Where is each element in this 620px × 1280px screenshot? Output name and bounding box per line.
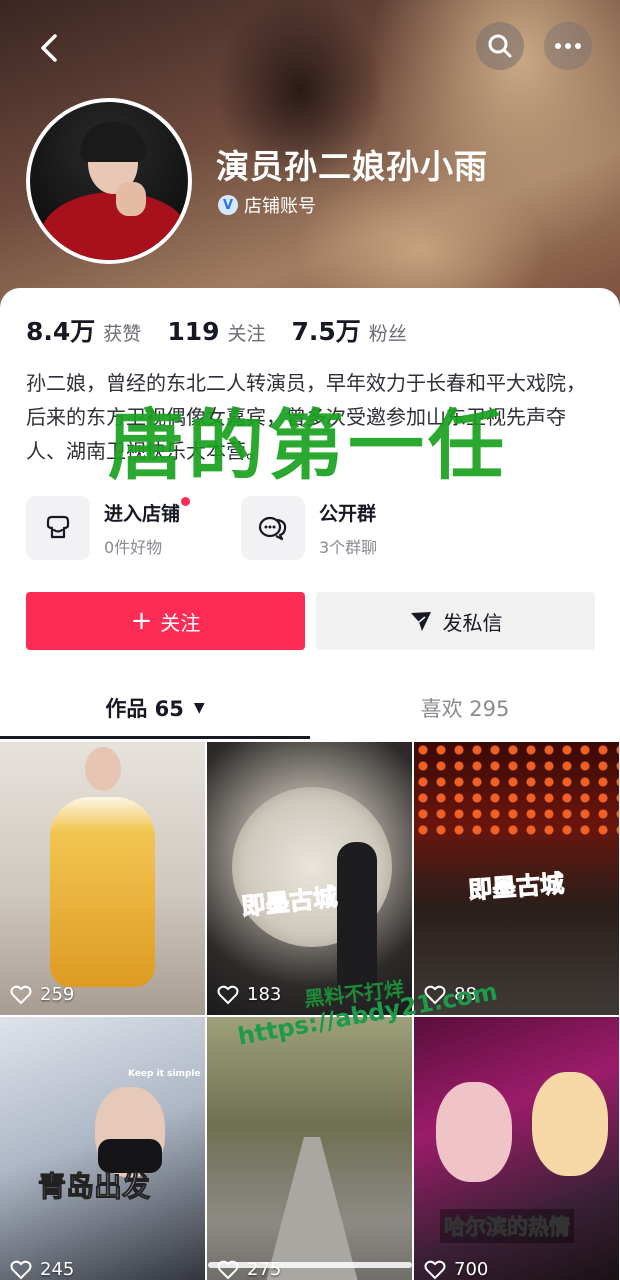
overlay-title: 唐的第一任 [108,401,508,490]
following-count[interactable]: 119 [167,317,219,346]
followers-count[interactable]: 7.5万 [292,312,361,348]
thumbnail-art [337,842,377,992]
content-tabs: 作品 65 ▼ 喜欢 295 [0,680,620,739]
thumbnail-art [436,1082,512,1182]
heart-icon [217,985,239,1004]
thumbnail-art [532,1072,608,1176]
search-button[interactable] [476,22,524,70]
tab-works-label: 作品 65 [105,697,184,721]
followers-label[interactable]: 粉丝 [369,319,407,346]
video-likes: 700 [424,1259,488,1280]
home-indicator[interactable] [208,1262,412,1268]
video-likes: 183 [217,984,281,1005]
store-shortcut[interactable]: 进入店铺 0件好物 [26,496,191,560]
search-icon [488,34,512,58]
store-title: 进入店铺 [104,502,181,525]
send-icon [410,612,431,631]
group-shortcut[interactable]: 公开群 3个群聊 [241,496,377,560]
thumbnail-art [85,747,121,791]
video-thumbnail[interactable]: 259 [0,742,205,1015]
video-small-text: Keep it simple [128,1069,201,1079]
group-title: 公开群 [319,502,377,525]
avatar-hair [80,122,146,162]
video-likes-count: 259 [40,984,75,1005]
store-subtitle: 0件好物 [104,537,163,557]
stats-row: 8.4万 获赞 119 关注 7.5万 粉丝 [26,312,433,348]
group-subtitle: 3个群聊 [319,537,378,557]
following-label[interactable]: 关注 [228,319,266,346]
tab-works[interactable]: 作品 65 ▼ [0,680,310,736]
avatar-hand [116,182,146,216]
video-likes: 245 [10,1259,74,1280]
heart-icon [424,1260,446,1279]
heart-icon [10,1260,32,1279]
video-likes-count: 700 [454,1259,489,1280]
back-button[interactable] [28,26,72,70]
back-arrow-icon [41,34,57,62]
video-caption: 青岛出发 [37,1170,151,1204]
message-label: 发私信 [442,610,503,635]
tab-likes-label: 喜欢 295 [420,697,510,721]
follow-button[interactable]: + 关注 [26,592,305,650]
avatar[interactable] [26,98,192,264]
likes-count[interactable]: 8.4万 [26,312,95,348]
follow-label: 关注 [160,610,201,635]
caret-down-icon: ▼ [193,700,205,716]
top-bar [0,0,620,92]
more-dots-icon [555,43,581,49]
active-tab-indicator [0,736,310,739]
group-chat-icon [241,496,305,560]
more-button[interactable] [544,22,592,70]
tab-likes[interactable]: 喜欢 295 [310,680,620,736]
avatar-jacket [40,192,188,260]
video-likes-count: 183 [247,984,282,1005]
video-thumbnail[interactable]: 即墨古城 88 [414,742,619,1015]
video-likes-count: 245 [40,1259,75,1280]
message-button[interactable]: 发私信 [316,592,595,650]
video-thumbnail[interactable]: 275 [207,1017,412,1280]
video-thumbnail[interactable]: 哈尔滨的热情 700 [414,1017,619,1280]
heart-icon [10,985,32,1004]
profile-name: 演员孙二娘孙小雨 [216,147,488,186]
likes-label[interactable]: 获赞 [103,319,141,346]
account-badge[interactable]: V 店铺账号 [218,192,316,218]
thumbnail-art [414,742,619,837]
store-icon [26,496,90,560]
plus-icon: + [130,606,153,636]
video-caption: 哈尔滨的热情 [440,1209,574,1243]
video-likes: 259 [10,984,74,1005]
video-caption: 即墨古城 [467,869,566,905]
badge-label: 店铺账号 [244,196,316,217]
notification-dot [181,496,191,506]
verified-v-icon: V [218,195,238,215]
video-thumbnail[interactable]: Keep it simple 青岛出发 245 [0,1017,205,1280]
thumbnail-art [50,797,155,987]
